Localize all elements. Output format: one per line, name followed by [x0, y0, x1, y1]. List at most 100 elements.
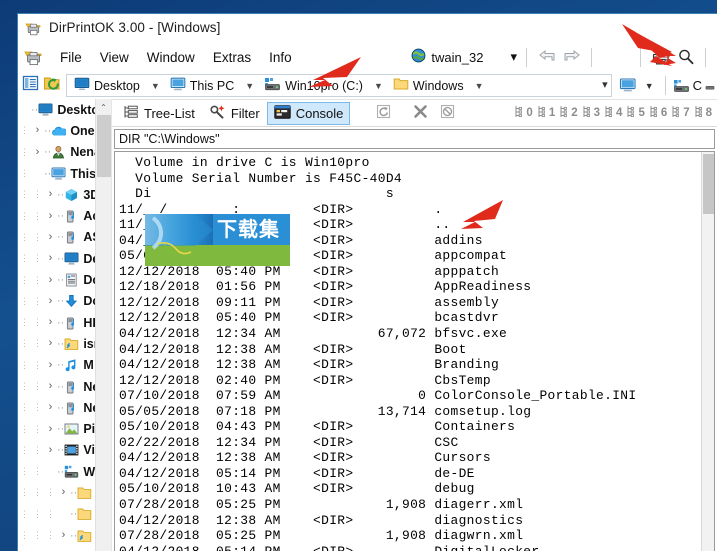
tree-expander[interactable]: ›	[57, 530, 70, 541]
tree-expander[interactable]: ›	[44, 189, 57, 200]
tree-expander[interactable]: ⱟ	[31, 168, 44, 179]
refresh-folder-icon[interactable]	[43, 75, 61, 97]
tab-console[interactable]: Console	[267, 102, 351, 125]
scroll-up-arrow[interactable]: ⌃	[96, 99, 111, 115]
tree-depth-label: 8	[706, 107, 712, 119]
tree-connector: ··	[57, 210, 64, 222]
chevron-down-icon[interactable]: ▼	[641, 81, 658, 91]
tree-depth-0[interactable]: 0	[512, 102, 534, 124]
tree-depth-label: 3	[594, 107, 600, 119]
menu-info[interactable]: Info	[260, 48, 301, 67]
console-line: 04/12/2018 05:14 PM <DIR> DigitalLocker	[119, 544, 701, 551]
tree-small-icon	[604, 105, 615, 122]
tree-indent: ⋮	[18, 297, 31, 306]
menu-file[interactable]: File	[51, 48, 91, 67]
console-vertical-scrollbar[interactable]	[701, 152, 714, 551]
breadcrumb-win10pro-c[interactable]: Win10pro (C:) ▼	[261, 76, 390, 95]
scrollbar-thumb[interactable]	[703, 154, 714, 214]
tree-expander[interactable]: ›	[44, 232, 57, 243]
tree-expander[interactable]: ›	[57, 487, 70, 498]
chevron-down-icon[interactable]: ▼	[374, 81, 383, 91]
tree-expander[interactable]: ›	[44, 296, 57, 307]
nav-forward-button[interactable]	[559, 45, 584, 69]
console-line: 04/12/2018 12:38 AM <DIR> Cursors	[119, 450, 701, 466]
tab-filter[interactable]: Filter	[202, 102, 267, 125]
breadcrumb-label: Windows	[413, 79, 464, 93]
toolbar-separator	[665, 76, 666, 95]
command-text: DIR "C:\Windows"	[119, 132, 220, 146]
tree-connector: ··	[31, 104, 38, 116]
menu-extras[interactable]: Extras	[204, 48, 260, 67]
chevron-down-icon[interactable]: ▼	[151, 81, 160, 91]
tree-expander[interactable]: ›	[44, 253, 57, 264]
chevron-down-icon[interactable]: ▾	[510, 49, 517, 65]
tree-expander[interactable]: ›	[44, 445, 57, 456]
menu-bar-right-controls: twain_32 ▾	[409, 42, 713, 72]
console-line: 07/28/2018 05:25 PM 1,908 diagwrn.xml	[119, 528, 701, 544]
tree-expander[interactable]: ›	[31, 125, 44, 136]
tree-expander[interactable]: ›	[44, 424, 57, 435]
tree-expander[interactable]: ›	[44, 275, 57, 286]
tree-expander[interactable]: ›	[44, 338, 57, 349]
tree-expander[interactable]: ›	[44, 402, 57, 413]
scrollbar-track[interactable]	[96, 177, 111, 551]
tree-depth-levels: 012345678*	[512, 102, 717, 124]
console-line: 04/12/2018 12:38 AM <DIR> diagnostics	[119, 513, 701, 529]
tree-depth-4[interactable]: 4	[602, 102, 624, 124]
list-view-icon[interactable]	[22, 75, 39, 96]
tree-depth-6[interactable]: 6	[647, 102, 669, 124]
tree-expander[interactable]: ›	[31, 147, 44, 158]
breadcrumb-windows[interactable]: Windows ▼	[390, 76, 491, 95]
command-input[interactable]: DIR "C:\Windows"	[114, 129, 715, 149]
menu-window[interactable]: Window	[138, 48, 204, 67]
tree-depth-7[interactable]: 7	[669, 102, 691, 124]
nav-back-button[interactable]	[534, 45, 559, 69]
tree-expander[interactable]: ›	[44, 381, 57, 392]
monitor-icon	[170, 77, 186, 94]
chevron-down-icon[interactable]: ▼	[475, 81, 484, 91]
printer-select[interactable]: twain_32 ▾	[409, 48, 519, 66]
close-x-icon	[413, 104, 428, 122]
toolbar-separator	[705, 48, 706, 67]
tree-indent: ⋮	[31, 361, 44, 370]
tree-depth-3[interactable]: 3	[580, 102, 602, 124]
menu-view[interactable]: View	[91, 48, 138, 67]
drive-letter-label: C	[690, 78, 705, 93]
tab-tree-list[interactable]: Tree-List	[116, 102, 202, 125]
watermark-overlay: 下载集	[145, 214, 290, 266]
tree-expander[interactable]: ⱟ	[44, 466, 57, 477]
tree-small-icon	[537, 105, 548, 122]
tab-label: Tree-List	[144, 106, 195, 121]
tree-indent: ⋮	[31, 254, 44, 263]
close-button[interactable]	[407, 102, 434, 125]
breadcrumb-this-pc[interactable]: This PC ▼	[167, 76, 261, 95]
drive-icon[interactable]	[673, 79, 690, 93]
console-output-panel[interactable]: 下载集 Volume in drive C is Win10pro Volume…	[114, 151, 715, 551]
tree-expander[interactable]: ›	[44, 360, 57, 371]
breadcrumb-desktop[interactable]: Desktop ▼	[71, 76, 167, 95]
tree-depth-5[interactable]: 5	[624, 102, 646, 124]
breadcrumb-label: This PC	[190, 79, 234, 93]
refresh-button[interactable]	[370, 102, 397, 125]
sidebar-vertical-scrollbar[interactable]: ⌃	[95, 99, 111, 551]
folder-tree-sidebar[interactable]: ·· Desktop ⋮ › ·· OneD ⋮ › ·· Nenad ⋮ ⱟ ·· This P ⋮ ⋮ › ·…	[18, 99, 112, 551]
tree-indent: ⋮	[31, 212, 44, 221]
tree-depth-2[interactable]: 2	[557, 102, 579, 124]
breadcrumb-path[interactable]: Desktop ▼ This PC ▼ Win10pro (C:) ▼ Wind…	[66, 74, 612, 97]
print-preview-button[interactable]	[673, 45, 698, 69]
watermark-logo	[145, 214, 213, 266]
tree-connector: ··	[70, 508, 77, 520]
stop-button[interactable]	[434, 102, 461, 125]
tree-indent: ⋮	[31, 190, 44, 199]
tree-expander[interactable]: ›	[44, 211, 57, 222]
dirprintok-window: DirPrintOK 3.00 - [Windows] File View Wi…	[17, 13, 717, 551]
tree-expander[interactable]: ›	[44, 317, 57, 328]
tree-depth-1[interactable]: 1	[535, 102, 557, 124]
monitor-icon[interactable]	[616, 74, 641, 98]
drive-icon-2[interactable]	[705, 79, 715, 93]
tree-depth-8[interactable]: 8	[692, 102, 714, 124]
print-button[interactable]	[648, 45, 673, 69]
breadcrumb-overflow-icon[interactable]: ▾	[602, 78, 607, 91]
scrollbar-thumb[interactable]	[97, 115, 111, 177]
chevron-down-icon[interactable]: ▼	[245, 81, 254, 91]
